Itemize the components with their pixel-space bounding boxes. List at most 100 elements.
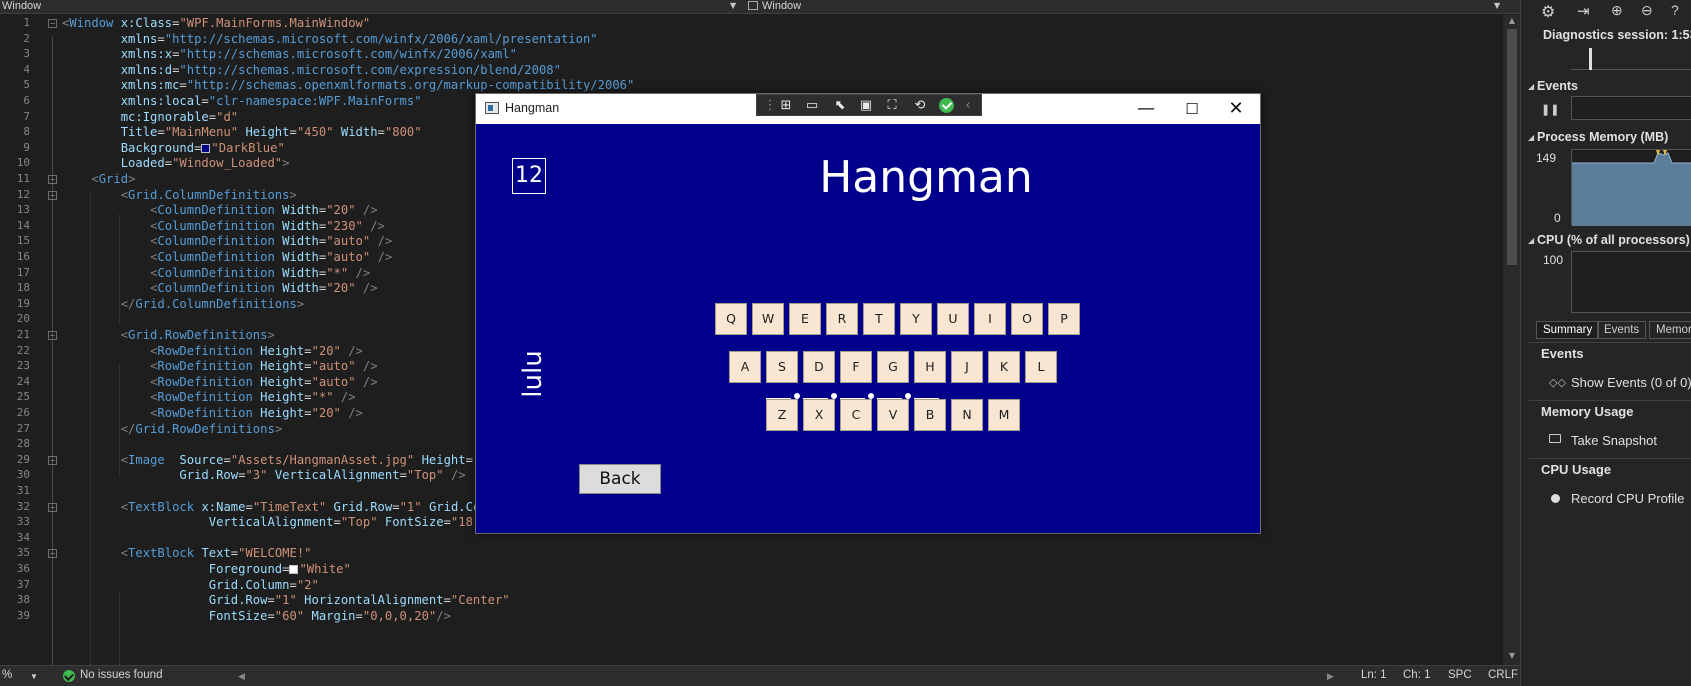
code-line[interactable]: </Grid.ColumnDefinitions>	[62, 297, 304, 311]
key-v[interactable]: V	[877, 399, 909, 431]
key-j[interactable]: J	[951, 351, 983, 383]
key-d[interactable]: D	[803, 351, 835, 383]
code-line[interactable]: <RowDefinition Height="auto" />	[62, 359, 378, 373]
tab-summary[interactable]: Summary	[1536, 321, 1600, 339]
code-line[interactable]: <TextBlock x:Name="TimeText" Grid.Row="1…	[62, 500, 539, 514]
scroll-right-icon[interactable]: ▶	[1327, 671, 1334, 682]
fold-toggle-icon[interactable]: −	[48, 331, 57, 340]
binding-failures-icon[interactable]: ⟲	[909, 97, 931, 114]
tab-events[interactable]: Events	[1597, 321, 1647, 339]
tab-memory[interactable]: Memory	[1649, 321, 1691, 339]
issues-status[interactable]: No issues found	[80, 669, 162, 681]
fold-toggle-icon[interactable]: −	[48, 190, 57, 200]
zoom-out-icon[interactable]: ⊖	[1641, 2, 1653, 19]
pause-icon[interactable]: ❚❚	[1541, 103, 1559, 116]
process-memory-graph[interactable]	[1571, 149, 1691, 226]
fold-toggle-icon[interactable]: −	[48, 175, 57, 184]
fold-toggle-icon[interactable]: −	[48, 19, 57, 28]
spacing-indicator[interactable]: SPC	[1448, 669, 1472, 681]
code-line[interactable]: <ColumnDefinition Width="*" />	[62, 266, 370, 280]
take-snapshot-button[interactable]: Take Snapshot	[1571, 433, 1657, 448]
hot-reload-ok-icon[interactable]	[939, 98, 954, 113]
collapse-events-icon[interactable]: ◢	[1528, 82, 1534, 91]
key-u[interactable]: U	[937, 303, 969, 335]
key-s[interactable]: S	[766, 351, 798, 383]
code-line[interactable]: xmlns:x="http://schemas.microsoft.com/wi…	[62, 47, 517, 61]
key-z[interactable]: Z	[766, 399, 798, 431]
code-line[interactable]: Background= "DarkBlue"	[62, 141, 285, 155]
collapse-toolbar-icon[interactable]: ‹	[957, 97, 979, 114]
left-scope-chevron-icon[interactable]: ▼	[730, 1, 736, 10]
record-cpu-profile-button[interactable]: Record CPU Profile	[1571, 491, 1684, 506]
select-element-icon[interactable]: ⬉	[829, 97, 851, 114]
fold-toggle-icon[interactable]: −	[48, 549, 57, 559]
key-t[interactable]: T	[863, 303, 895, 335]
help-icon[interactable]: ?	[1671, 2, 1679, 18]
line-ending-indicator[interactable]: CRLF	[1488, 669, 1518, 681]
code-line[interactable]: Title="MainMenu" Height="450" Width="800…	[62, 125, 422, 139]
fold-toggle-icon[interactable]: −	[48, 502, 57, 512]
zoom-chevron-icon[interactable]: ▼	[30, 672, 38, 681]
key-f[interactable]: F	[840, 351, 872, 383]
code-line[interactable]: <ColumnDefinition Width="20" />	[62, 281, 378, 295]
key-a[interactable]: A	[729, 351, 761, 383]
key-h[interactable]: H	[914, 351, 946, 383]
key-g[interactable]: G	[877, 351, 909, 383]
code-line[interactable]: <Grid.RowDefinitions>	[62, 328, 275, 342]
key-i[interactable]: I	[974, 303, 1006, 335]
right-scope-dropdown[interactable]: Window	[748, 0, 801, 14]
key-q[interactable]: Q	[715, 303, 747, 335]
editor-vertical-scrollbar[interactable]: ▲ ▼	[1503, 15, 1520, 665]
key-p[interactable]: P	[1048, 303, 1080, 335]
zoom-level[interactable]: %	[2, 669, 12, 681]
key-n[interactable]: N	[951, 399, 983, 431]
code-line[interactable]: xmlns:local="clr-namespace:WPF.MainForms…	[62, 94, 422, 108]
code-line[interactable]: Grid.Row="3" VerticalAlignment="Top" />	[62, 468, 465, 482]
maximize-icon[interactable]: ☐	[1172, 98, 1212, 120]
cpu-graph[interactable]	[1571, 251, 1691, 313]
display-adorners-icon[interactable]: ▣	[855, 97, 877, 114]
show-events-link[interactable]: Show Events (0 of 0)	[1571, 375, 1691, 390]
hangman-title-bar[interactable]: Hangman ⋮ ⊞ ▭ ⬉ ▣ ⛶ ⟲ ‹ — ☐ ✕	[476, 94, 1260, 124]
close-icon[interactable]: ✕	[1216, 98, 1256, 120]
key-o[interactable]: O	[1011, 303, 1043, 335]
key-w[interactable]: W	[752, 303, 784, 335]
code-line[interactable]: <Image Source="Assets/HangmanAsset.jpg" …	[62, 453, 488, 467]
code-line[interactable]: <RowDefinition Height="auto" />	[62, 375, 378, 389]
back-button[interactable]: Back	[579, 464, 661, 494]
key-c[interactable]: C	[840, 399, 872, 431]
key-e[interactable]: E	[789, 303, 821, 335]
scroll-down-icon[interactable]: ▼	[1507, 651, 1517, 660]
code-line[interactable]: <RowDefinition Height="20" />	[62, 406, 363, 420]
code-line[interactable]: <Window x:Class="WPF.MainForms.MainWindo…	[62, 16, 370, 30]
key-m[interactable]: M	[988, 399, 1020, 431]
code-line[interactable]: xmlns:mc="http://schemas.openxmlformats.…	[62, 78, 635, 92]
code-line[interactable]: Loaded="Window_Loaded">	[62, 156, 290, 170]
select-tools-icon[interactable]: ⇥	[1577, 2, 1590, 20]
camera-record-icon[interactable]: ▭	[801, 97, 823, 114]
code-line[interactable]: </Grid.RowDefinitions>	[62, 422, 282, 436]
right-scope-chevron-icon[interactable]: ▼	[1494, 1, 1500, 10]
column-indicator[interactable]: Ch: 1	[1403, 669, 1431, 681]
collapse-memory-icon[interactable]: ◢	[1528, 133, 1534, 142]
code-line[interactable]: <RowDefinition Height="*" />	[62, 390, 356, 404]
scroll-up-icon[interactable]: ▲	[1507, 16, 1517, 25]
code-line[interactable]: Grid.Row="1" HorizontalAlignment="Center…	[62, 593, 510, 607]
minimize-icon[interactable]: —	[1126, 98, 1166, 120]
code-line[interactable]: Foreground= "White"	[62, 562, 351, 576]
code-line[interactable]: Grid.Column="2"	[62, 578, 319, 592]
fold-toggle-icon[interactable]: −	[48, 455, 57, 465]
track-focus-icon[interactable]: ⛶	[881, 97, 903, 114]
code-line[interactable]: <ColumnDefinition Width="230" />	[62, 219, 385, 233]
code-line[interactable]: <TextBlock Text="WELCOME!"	[62, 546, 312, 560]
zoom-in-icon[interactable]: ⊕	[1611, 2, 1623, 19]
code-line[interactable]: xmlns="http://schemas.microsoft.com/winf…	[62, 32, 598, 46]
collapse-cpu-icon[interactable]: ◢	[1528, 236, 1534, 245]
code-line[interactable]: <ColumnDefinition Width="auto" />	[62, 234, 392, 248]
events-track[interactable]	[1571, 96, 1691, 120]
key-l[interactable]: L	[1025, 351, 1057, 383]
settings-gear-icon[interactable]: ⚙	[1541, 2, 1555, 22]
code-line[interactable]: <ColumnDefinition Width="auto" />	[62, 250, 392, 264]
code-line[interactable]: <Grid.ColumnDefinitions>	[62, 188, 297, 202]
key-y[interactable]: Y	[900, 303, 932, 335]
